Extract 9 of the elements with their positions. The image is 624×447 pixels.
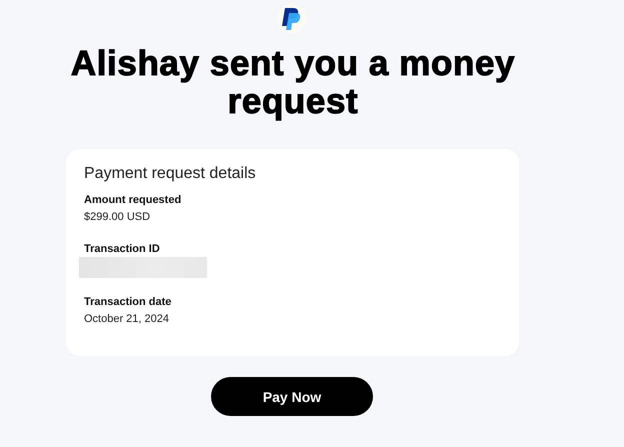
logo-icon: [277, 4, 307, 34]
field-label: Amount requested: [84, 193, 182, 207]
heading: Alishay sent you a money request: [70, 45, 516, 121]
field-label: Transaction date: [84, 295, 172, 309]
card-title: Payment request details: [84, 165, 257, 183]
field-label: Transaction ID: [84, 242, 161, 256]
pay-now-button[interactable]: Pay Now: [211, 377, 373, 416]
field-value: $299.00 USD: [84, 210, 152, 225]
field-value: October 21, 2024: [84, 312, 170, 327]
